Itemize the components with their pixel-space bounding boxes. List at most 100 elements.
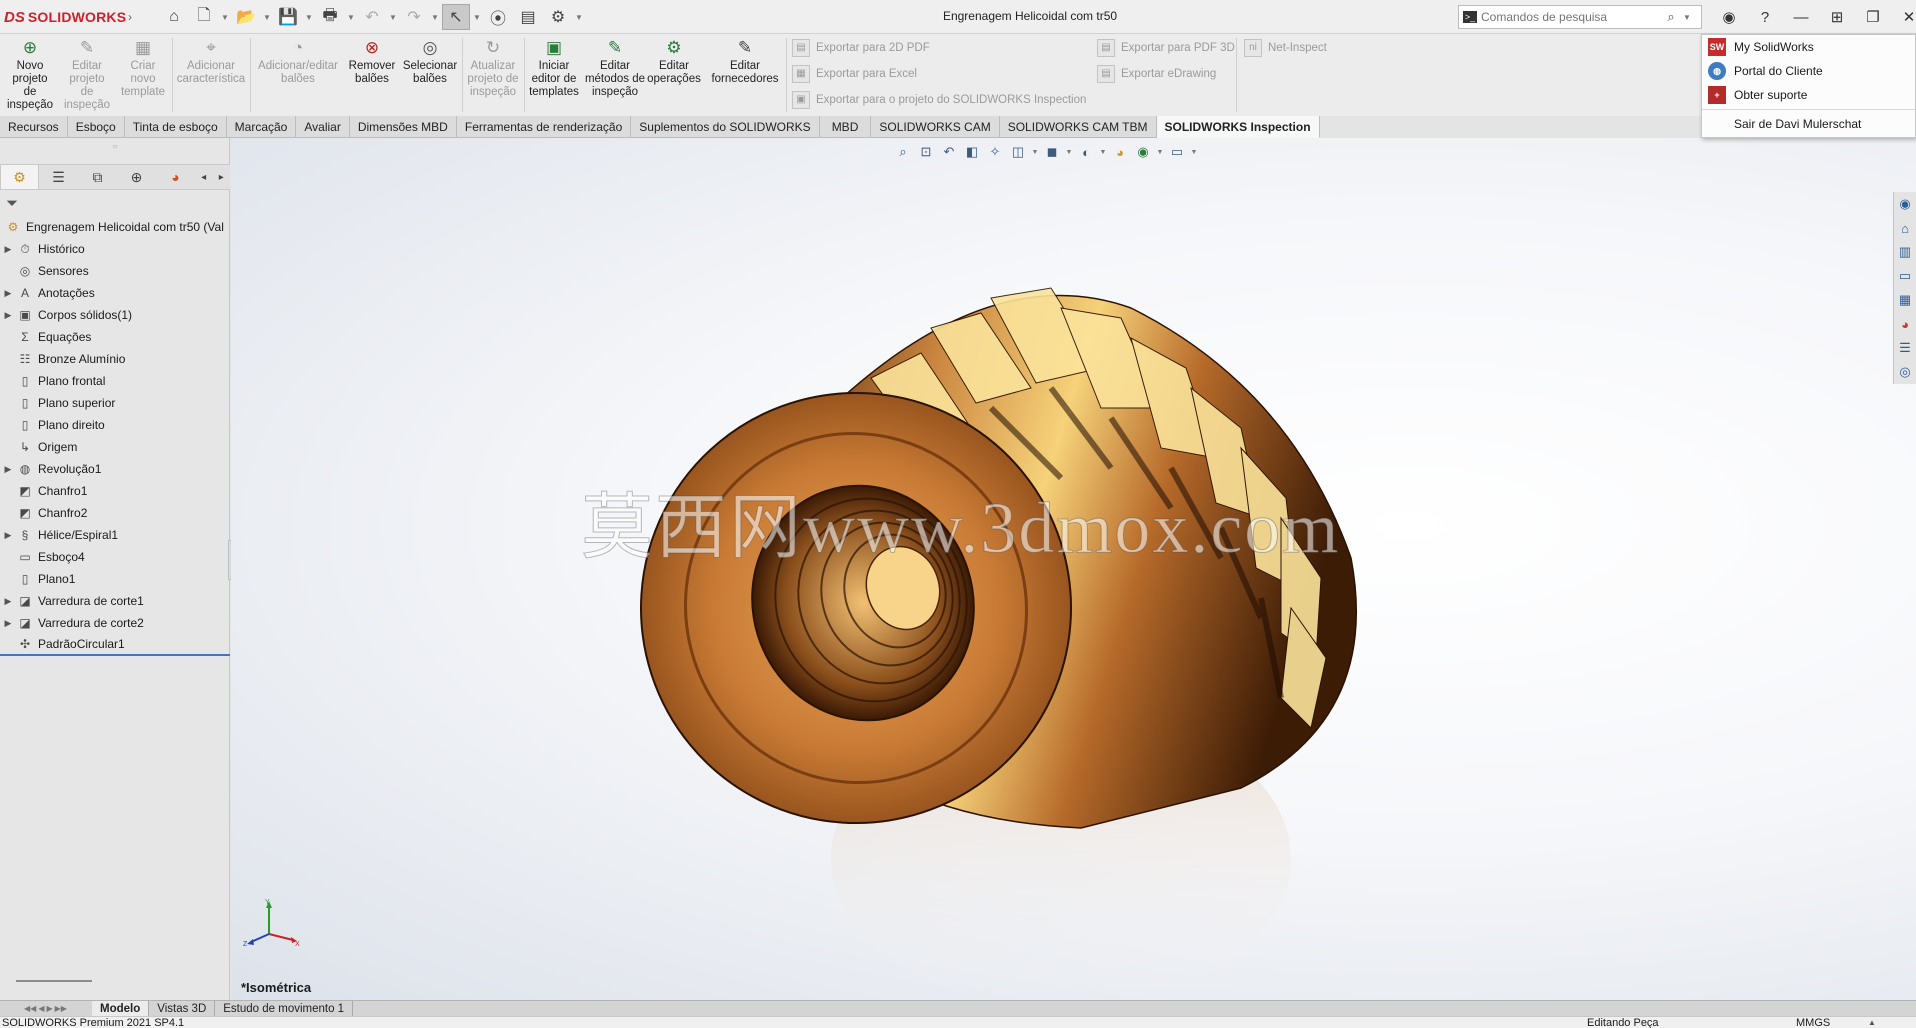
minimize-icon[interactable]: —	[1784, 4, 1818, 30]
next-tab-icon[interactable]: ▶	[46, 1004, 52, 1013]
configuration-manager-tab-icon[interactable]: ⧉	[78, 165, 117, 189]
tree-item[interactable]: ▯ Plano direito	[0, 414, 230, 436]
forum-icon[interactable]: ◎	[1894, 360, 1916, 384]
dynamic-annotation-icon[interactable]: ✧	[985, 142, 1005, 162]
tab-marcacao[interactable]: Marcação	[227, 116, 297, 138]
hide-show-items-icon[interactable]: ◐	[1076, 142, 1096, 162]
update-inspection-project-button[interactable]: ↻ Atualizar projeto de inspeção	[466, 38, 520, 99]
tree-item[interactable]: ◎ Sensores	[0, 260, 230, 282]
chevron-down-icon[interactable]: ▼	[1681, 13, 1693, 22]
add-characteristic-button[interactable]: ⌖ Adicionar característica	[176, 38, 246, 86]
tab-tinta-de-esboco[interactable]: Tinta de esboço	[125, 116, 227, 138]
view-palette-icon[interactable]: ▦	[1894, 288, 1916, 312]
design-library-icon[interactable]: ▥	[1894, 240, 1916, 264]
tab-modelo[interactable]: Modelo	[92, 1000, 150, 1017]
panel-drag-handle[interactable]: ○	[0, 142, 230, 151]
tree-item[interactable]: ▯ Plano frontal	[0, 370, 230, 392]
menu-item-get-support[interactable]: + Obter suporte	[1702, 83, 1915, 107]
display-manager-tab-icon[interactable]: ◕	[156, 165, 195, 189]
expand-arrow-icon[interactable]: ▶	[0, 618, 16, 629]
create-template-button[interactable]: ▦ Criar novo template	[118, 38, 168, 99]
tree-item[interactable]: ▯ Plano superior	[0, 392, 230, 414]
edit-operations-button[interactable]: ⚙ Editar operações	[646, 38, 702, 86]
solidworks-resources-icon[interactable]: ◉	[1894, 192, 1916, 216]
options-gear-icon[interactable]: ⚙	[544, 4, 572, 30]
tab-dimensoes-mbd[interactable]: Dimensões MBD	[350, 116, 457, 138]
last-tab-icon[interactable]: ▶▶	[55, 1004, 67, 1013]
tree-item[interactable]: ◩ Chanfro1	[0, 480, 230, 502]
export-inspection-project-button[interactable]: ▣ Exportar para o projeto do SOLIDWORKS I…	[792, 90, 1086, 110]
section-view-icon[interactable]: ◧	[962, 142, 982, 162]
tab-scroll-right-icon[interactable]: ▸	[212, 165, 230, 189]
tree-item[interactable]: ▯ Plano1	[0, 568, 230, 590]
chevron-down-icon[interactable]: ▼	[430, 4, 440, 30]
horizontal-scrollbar[interactable]	[16, 980, 92, 982]
tab-avaliar[interactable]: Avaliar	[296, 116, 350, 138]
undo-icon[interactable]: ↶	[358, 4, 386, 30]
export-pdf-3d-button[interactable]: ▤ Exportar para PDF 3D	[1097, 38, 1235, 58]
select-balloons-button[interactable]: ◎ Selecionar balões	[402, 38, 458, 86]
edit-inspection-project-button[interactable]: ✎ Editar projeto de inspeção	[62, 38, 112, 112]
save-icon[interactable]: 💾	[274, 4, 302, 30]
appearances-icon[interactable]: ◕	[1894, 312, 1916, 336]
view-settings-icon[interactable]: ▭	[1167, 142, 1187, 162]
tab-scroll-left-icon[interactable]: ◂	[195, 165, 213, 189]
property-manager-tab-icon[interactable]: ☰	[39, 165, 78, 189]
first-tab-icon[interactable]: ◀◀	[24, 1004, 36, 1013]
tab-solidworks-cam-tbm[interactable]: SOLIDWORKS CAM TBM	[1000, 116, 1157, 138]
tree-item[interactable]: ↳ Origem	[0, 436, 230, 458]
menu-item-sign-out[interactable]: Sair de Davi Mulerschat	[1702, 112, 1915, 136]
search-icon[interactable]: ⌕	[1661, 9, 1681, 25]
expand-arrow-icon[interactable]: ▶	[0, 288, 16, 299]
tab-solidworks-inspection[interactable]: SOLIDWORKS Inspection	[1156, 116, 1320, 138]
export-2d-pdf-button[interactable]: ▤ Exportar para 2D PDF	[792, 38, 930, 58]
tab-solidworks-cam[interactable]: SOLIDWORKS CAM	[871, 116, 1000, 138]
net-inspect-button[interactable]: ni Net-Inspect	[1244, 38, 1327, 58]
filter-icon[interactable]: ⏷	[6, 195, 26, 215]
display-style-icon[interactable]: ◼	[1042, 142, 1062, 162]
previous-view-icon[interactable]: ↶	[939, 142, 959, 162]
tree-item[interactable]: Σ Equações	[0, 326, 230, 348]
tree-item[interactable]: ✣ PadrãoCircular1	[0, 634, 230, 656]
chevron-down-icon[interactable]: ▼	[1031, 149, 1039, 156]
file-explorer-icon[interactable]: ▭	[1894, 264, 1916, 288]
tile-windows-icon[interactable]: ⊞	[1820, 4, 1854, 30]
new-inspection-project-button[interactable]: ⊕ Novo projeto de inspeção	[6, 38, 54, 112]
tab-ferramentas-renderizacao[interactable]: Ferramentas de renderização	[457, 116, 632, 138]
tree-item[interactable]: ☷ Bronze Alumínio	[0, 348, 230, 370]
tree-item[interactable]: ◩ Chanfro2	[0, 502, 230, 524]
tab-estudo-movimento[interactable]: Estudo de movimento 1	[215, 1000, 354, 1017]
chevron-down-icon[interactable]: ▼	[1190, 149, 1198, 156]
tree-item[interactable]: ▶ § Hélice/Espiral1	[0, 524, 230, 546]
tree-item[interactable]: ▭ Esboço4	[0, 546, 230, 568]
export-excel-button[interactable]: ▦ Exportar para Excel	[792, 64, 917, 84]
chevron-down-icon[interactable]: ▼	[1156, 149, 1164, 156]
menu-item-my-solidworks[interactable]: SW My SolidWorks	[1702, 35, 1915, 59]
add-edit-balloons-button[interactable]: ◔ Adicionar/editar balões	[254, 38, 342, 86]
tab-suplementos[interactable]: Suplementos do SOLIDWORKS	[631, 116, 820, 138]
user-account-icon[interactable]: ◉	[1712, 4, 1746, 30]
expand-arrow-icon[interactable]: ▶	[0, 310, 16, 321]
chevron-down-icon[interactable]: ▼	[574, 4, 584, 30]
menu-expand-icon[interactable]: ›	[128, 10, 132, 24]
custom-properties-icon[interactable]: ☰	[1894, 336, 1916, 360]
search-input[interactable]	[1481, 10, 1661, 24]
print-icon[interactable]: 🖶	[316, 4, 344, 30]
edit-appearance-icon[interactable]: ◕	[1110, 142, 1130, 162]
chevron-down-icon[interactable]: ▼	[262, 4, 272, 30]
prev-tab-icon[interactable]: ◀	[38, 1004, 44, 1013]
zoom-to-fit-icon[interactable]: ⌕	[893, 142, 913, 162]
zoom-to-area-icon[interactable]: ⊡	[916, 142, 936, 162]
chevron-up-icon[interactable]: ▲	[1868, 1017, 1876, 1028]
close-icon[interactable]: ✕	[1892, 4, 1916, 30]
tree-item[interactable]: ▶ ◪ Varredura de corte1	[0, 590, 230, 612]
tree-item[interactable]: ▶ ◍ Revolução1	[0, 458, 230, 480]
home-icon[interactable]: ⌂	[1894, 216, 1916, 240]
expand-arrow-icon[interactable]: ▶	[0, 464, 16, 475]
menu-item-customer-portal[interactable]: ◍ Portal do Cliente	[1702, 59, 1915, 83]
view-orientation-icon[interactable]: ◫	[1008, 142, 1028, 162]
help-icon[interactable]: ?	[1748, 4, 1782, 30]
traffic-light-icon[interactable]: ⦿	[484, 4, 512, 30]
redo-icon[interactable]: ↷	[400, 4, 428, 30]
tree-root-part[interactable]: ⚙ Engrenagem Helicoidal com tr50 (Val	[0, 216, 230, 238]
